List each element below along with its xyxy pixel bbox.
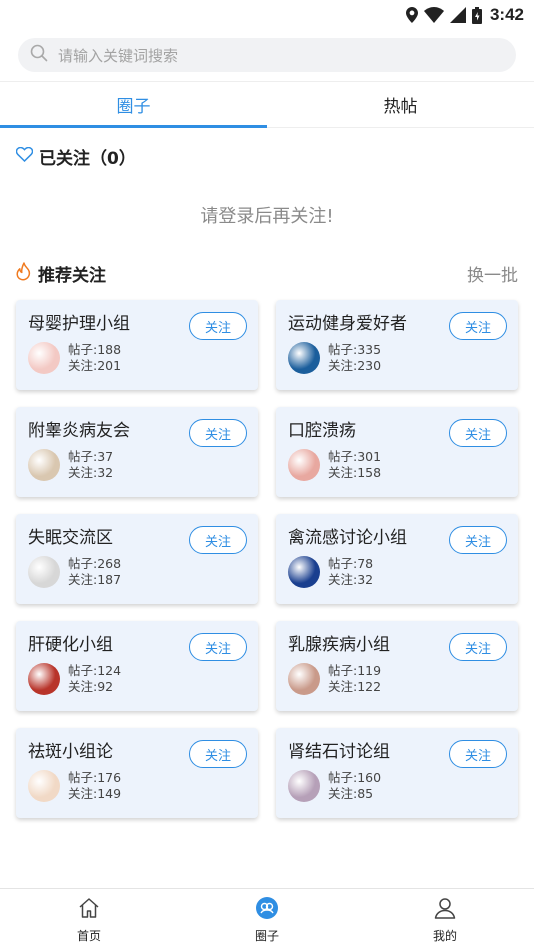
group-avatar — [28, 342, 60, 374]
nav-home-label: 首页 — [76, 928, 101, 943]
followed-title: 已关注（0） — [39, 148, 136, 169]
followed-header: 已关注（0） — [0, 128, 534, 184]
bottom-navigation: 首页 圈子 我的 — [0, 888, 534, 950]
search-icon — [30, 44, 48, 66]
search-input[interactable]: 请输入关键词搜索 — [18, 38, 516, 72]
login-hint[interactable]: 请登录后再关注! — [0, 184, 534, 246]
group-card[interactable]: 运动健身爱好者 关注 帖子:335 关注:230 — [276, 300, 518, 390]
group-post-count: 帖子:124 — [68, 663, 122, 678]
heart-icon — [15, 146, 34, 166]
group-post-count: 帖子:160 — [328, 770, 382, 785]
group-avatar — [288, 449, 320, 481]
follow-button[interactable]: 关注 — [189, 740, 247, 768]
app-screen: 3:42 请输入关键词搜索 圈子 热帖 已关注（0） 请登录后再关注! 推荐关注… — [0, 0, 534, 950]
group-follow-count: 关注:85 — [328, 786, 374, 801]
group-card[interactable]: 口腔溃疡 关注 帖子:301 关注:158 — [276, 407, 518, 497]
group-avatar — [288, 770, 320, 802]
search-bar: 请输入关键词搜索 — [0, 30, 534, 82]
group-avatar — [288, 556, 320, 588]
group-post-count: 帖子:37 — [68, 449, 114, 464]
group-card[interactable]: 禽流感讨论小组 关注 帖子:78 关注:32 — [276, 514, 518, 604]
nav-home[interactable]: 首页 — [0, 889, 178, 950]
signal-icon — [449, 7, 466, 23]
tab-bar: 圈子 热帖 — [0, 82, 534, 128]
nav-mine[interactable]: 我的 — [356, 889, 534, 950]
follow-button[interactable]: 关注 — [189, 312, 247, 340]
user-icon — [433, 896, 457, 924]
tab-hot-posts[interactable]: 热帖 — [267, 82, 534, 127]
group-avatar — [28, 556, 60, 588]
follow-button[interactable]: 关注 — [449, 526, 507, 554]
group-post-count: 帖子:335 — [328, 342, 382, 357]
tab-circles[interactable]: 圈子 — [0, 82, 267, 128]
group-follow-count: 关注:158 — [328, 465, 382, 480]
group-post-count: 帖子:119 — [328, 663, 382, 678]
group-card[interactable]: 附睾炎病友会 关注 帖子:37 关注:32 — [16, 407, 258, 497]
group-post-count: 帖子:301 — [328, 449, 382, 464]
status-bar: 3:42 — [0, 0, 534, 30]
group-card[interactable]: 肾结石讨论组 关注 帖子:160 关注:85 — [276, 728, 518, 818]
flame-icon — [16, 261, 32, 285]
group-follow-count: 关注:230 — [328, 358, 382, 373]
group-post-count: 帖子:176 — [68, 770, 122, 785]
home-icon — [77, 896, 101, 924]
group-follow-count: 关注:32 — [328, 572, 374, 587]
follow-button[interactable]: 关注 — [449, 740, 507, 768]
group-post-count: 帖子:188 — [68, 342, 122, 357]
group-follow-count: 关注:92 — [68, 679, 114, 694]
follow-button[interactable]: 关注 — [449, 633, 507, 661]
follow-button[interactable]: 关注 — [189, 633, 247, 661]
group-follow-count: 关注:187 — [68, 572, 122, 587]
circle-group-icon — [255, 896, 279, 924]
group-post-count: 帖子:78 — [328, 556, 374, 571]
group-avatar — [28, 449, 60, 481]
group-card[interactable]: 乳腺疾病小组 关注 帖子:119 关注:122 — [276, 621, 518, 711]
location-icon — [405, 7, 418, 23]
nav-circles-label: 圈子 — [254, 928, 279, 943]
follow-button[interactable]: 关注 — [449, 419, 507, 447]
group-card[interactable]: 肝硬化小组 关注 帖子:124 关注:92 — [16, 621, 258, 711]
group-avatar — [288, 342, 320, 374]
battery-icon — [471, 6, 482, 24]
group-post-count: 帖子:268 — [68, 556, 122, 571]
follow-button[interactable]: 关注 — [449, 312, 507, 340]
group-grid: 母婴护理小组 关注 帖子:188 关注:201 运动健身爱好者 关注 帖子:335 关注:23… — [0, 300, 534, 818]
group-avatar — [288, 663, 320, 695]
group-card[interactable]: 失眠交流区 关注 帖子:268 关注:187 — [16, 514, 258, 604]
search-placeholder: 请输入关键词搜索 — [58, 46, 179, 65]
group-avatar — [28, 770, 60, 802]
recommend-title: 推荐关注 — [38, 265, 106, 286]
group-avatar — [28, 663, 60, 695]
nav-mine-label: 我的 — [432, 928, 457, 943]
group-follow-count: 关注:32 — [68, 465, 114, 480]
status-time: 3:42 — [489, 5, 524, 24]
wifi-icon — [423, 7, 444, 23]
group-follow-count: 关注:122 — [328, 679, 382, 694]
group-card[interactable]: 祛斑小组论 关注 帖子:176 关注:149 — [16, 728, 258, 818]
refresh-batch-button[interactable]: 换一批 — [467, 261, 518, 286]
follow-button[interactable]: 关注 — [189, 526, 247, 554]
follow-button[interactable]: 关注 — [189, 419, 247, 447]
group-card[interactable]: 母婴护理小组 关注 帖子:188 关注:201 — [16, 300, 258, 390]
group-follow-count: 关注:201 — [68, 358, 122, 373]
recommend-header: 推荐关注 换一批 — [0, 246, 534, 300]
nav-circles[interactable]: 圈子 — [178, 889, 356, 950]
group-follow-count: 关注:149 — [68, 786, 122, 801]
